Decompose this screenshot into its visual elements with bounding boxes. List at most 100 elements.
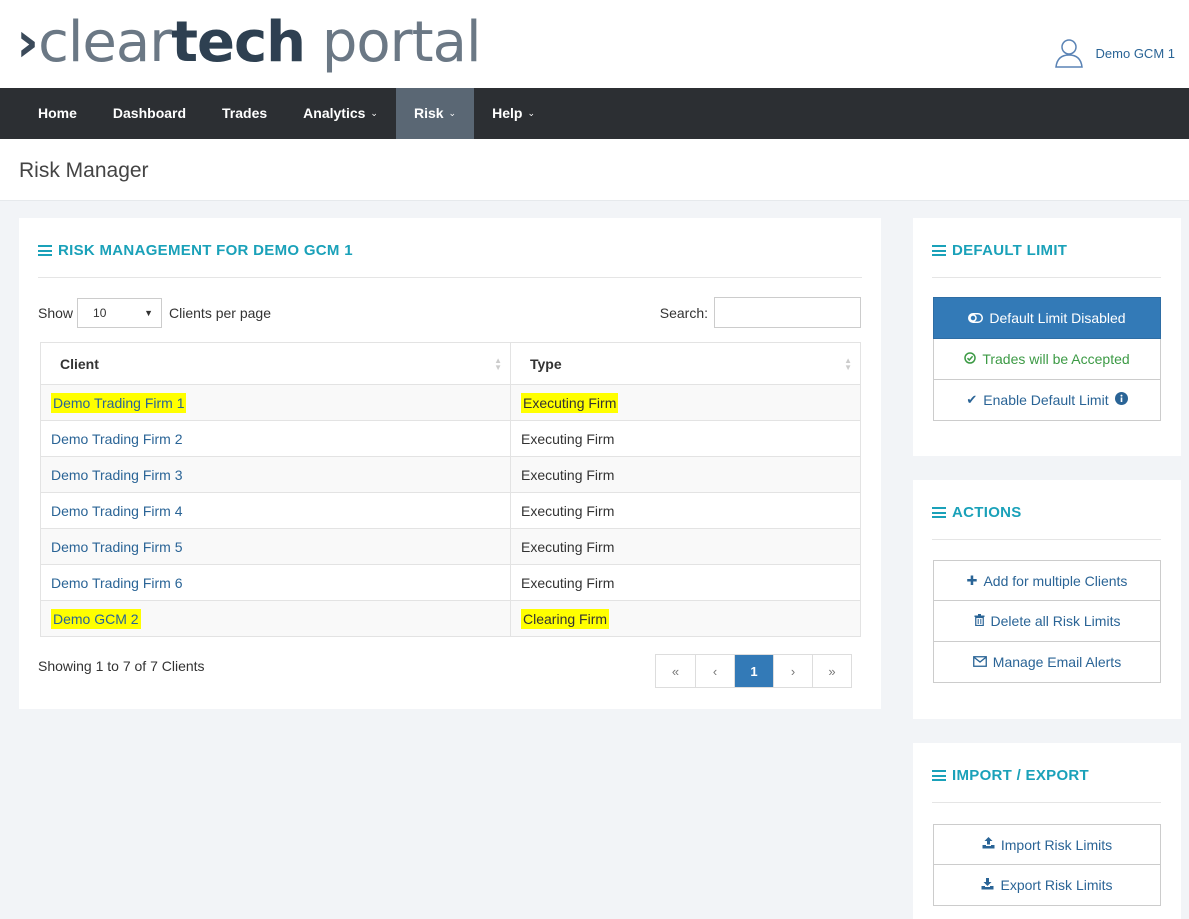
chevron-down-icon: ⌄	[370, 108, 378, 118]
import-risk-limits-button[interactable]: Import Risk Limits	[933, 824, 1161, 865]
import-export-panel: IMPORT / EXPORT Import Risk Limits Expor…	[913, 743, 1181, 919]
nav-analytics-label: Analytics	[303, 105, 366, 121]
client-type: Executing Firm	[521, 466, 615, 483]
nav-risk[interactable]: Risk ⌄	[395, 88, 475, 139]
nav-home-label: Home	[38, 105, 77, 121]
type-cell: Executing Firm	[510, 528, 861, 565]
search-input[interactable]	[714, 297, 861, 328]
manage-email-alerts-button[interactable]: Manage Email Alerts	[933, 642, 1161, 683]
nav-help[interactable]: Help ⌄	[474, 88, 553, 139]
risk-management-heading: RISK MANAGEMENT FOR DEMO GCM 1	[38, 242, 353, 259]
risk-management-heading-text: RISK MANAGEMENT FOR DEMO GCM 1	[58, 242, 353, 259]
nav-home[interactable]: Home	[20, 88, 95, 139]
nav-trades[interactable]: Trades	[204, 88, 285, 139]
type-cell: Executing Firm	[510, 492, 861, 529]
bars-icon	[38, 245, 52, 256]
column-header-type[interactable]: Type ▲ ▼	[510, 342, 861, 385]
table-row: Demo Trading Firm 5 Executing Firm	[40, 528, 861, 565]
nav-dashboard[interactable]: Dashboard	[95, 88, 204, 139]
export-risk-limits-button[interactable]: Export Risk Limits	[933, 865, 1161, 906]
client-type: Executing Firm	[521, 430, 615, 447]
type-cell: Executing Firm	[510, 456, 861, 493]
actions-buttons: ✚ Add for multiple Clients Delete all Ri…	[933, 560, 1161, 683]
client-link[interactable]: Demo Trading Firm 6	[51, 575, 182, 591]
delete-all-risk-limits-button[interactable]: Delete all Risk Limits	[933, 601, 1161, 642]
show-label: Show	[38, 305, 74, 321]
export-risk-limits-label: Export Risk Limits	[1000, 877, 1113, 893]
envelope-icon	[972, 655, 987, 670]
client-cell: Demo Trading Firm 4	[40, 492, 511, 529]
type-cell: Executing Firm	[510, 420, 861, 457]
search-control: Search:	[660, 297, 861, 328]
logo[interactable]: ›cleartech portal	[16, 8, 482, 78]
pagination-last-button[interactable]: »	[812, 655, 851, 687]
page-size-select[interactable]: 10 ▼	[77, 298, 163, 328]
client-type: Executing Firm	[521, 574, 615, 591]
page-title-bar: Risk Manager	[0, 139, 1189, 201]
client-type: Executing Firm	[521, 538, 615, 555]
page-size-value: 10	[93, 306, 107, 320]
client-type: Clearing Firm	[521, 608, 610, 629]
type-cell: Clearing Firm	[510, 600, 861, 637]
pagination-prev-button[interactable]: ‹	[695, 655, 734, 687]
default-limit-heading-text: DEFAULT LIMIT	[952, 242, 1068, 259]
manage-email-alerts-label: Manage Email Alerts	[992, 654, 1122, 670]
table-row: Demo Trading Firm 6 Executing Firm	[40, 564, 861, 601]
client-link[interactable]: Demo Trading Firm 2	[51, 431, 182, 447]
type-cell: Executing Firm	[510, 384, 861, 421]
actions-panel: ACTIONS ✚ Add for multiple Clients Delet…	[913, 480, 1181, 719]
client-cell: Demo Trading Firm 3	[40, 456, 511, 493]
divider	[38, 277, 862, 278]
nav-dashboard-label: Dashboard	[112, 105, 187, 121]
pagination-next-button[interactable]: ›	[773, 655, 812, 687]
add-multiple-clients-label: Add for multiple Clients	[983, 572, 1128, 589]
info-icon[interactable]	[1114, 392, 1128, 408]
table-row: Demo Trading Firm 1 Executing Firm	[40, 384, 861, 421]
type-cell: Executing Firm	[510, 564, 861, 601]
showing-info: Showing 1 to 7 of 7 Clients	[38, 658, 205, 674]
user-icon	[1054, 38, 1084, 68]
enable-default-limit-button[interactable]: ✔ Enable Default Limit	[933, 380, 1161, 421]
client-link[interactable]: Demo Trading Firm 4	[51, 503, 182, 519]
client-link[interactable]: Demo Trading Firm 5	[51, 539, 182, 555]
default-limit-status-button[interactable]: Default Limit Disabled	[933, 297, 1161, 339]
bars-icon	[932, 507, 946, 518]
main-nav: Home Dashboard Trades Analytics ⌄ Risk ⌄ H…	[0, 88, 1189, 139]
client-link[interactable]: Demo GCM 2	[51, 608, 141, 629]
bars-icon	[932, 245, 946, 256]
table-header-row: Client ▲ ▼ Type ▲ ▼	[40, 342, 861, 385]
trades-accepted-status: Trades will be Accepted	[933, 339, 1161, 380]
column-header-client[interactable]: Client ▲ ▼	[40, 342, 511, 385]
table-row: Demo Trading Firm 2 Executing Firm	[40, 420, 861, 457]
divider	[932, 802, 1161, 803]
page-size-control: Show 10 ▼ Clients per page	[38, 298, 271, 328]
client-type: Executing Firm	[521, 392, 619, 413]
table-body: Demo Trading Firm 1 Executing Firm Demo …	[40, 384, 861, 637]
enable-default-limit-label: Enable Default Limit	[983, 392, 1109, 408]
client-link[interactable]: Demo Trading Firm 1	[51, 392, 187, 413]
default-limit-heading: DEFAULT LIMIT	[932, 242, 1067, 259]
nav-help-label: Help	[492, 105, 523, 121]
user-menu[interactable]: Demo GCM 1	[1054, 38, 1175, 68]
trades-accepted-label: Trades will be Accepted	[982, 351, 1130, 367]
client-cell: Demo Trading Firm 6	[40, 564, 511, 601]
actions-heading: ACTIONS	[932, 504, 1022, 521]
pagination-page-button[interactable]: 1	[734, 655, 773, 687]
column-header-type-label: Type	[530, 355, 562, 372]
check-circle-icon	[964, 351, 977, 367]
divider	[932, 539, 1161, 540]
logo-text-clear: clear	[38, 10, 172, 75]
import-export-heading: IMPORT / EXPORT	[932, 767, 1089, 784]
search-label: Search:	[659, 304, 708, 321]
pagination: « ‹ 1 › »	[655, 654, 852, 688]
clients-table: Client ▲ ▼ Type ▲ ▼ Demo Trading Firm 1 Ex…	[40, 342, 861, 637]
pagination-first-button[interactable]: «	[656, 655, 695, 687]
client-link[interactable]: Demo Trading Firm 3	[51, 467, 182, 483]
nav-analytics[interactable]: Analytics ⌄	[285, 88, 396, 139]
top-header: ›cleartech portal Demo GCM 1	[0, 0, 1189, 88]
plus-icon: ✚	[966, 572, 978, 588]
nav-trades-label: Trades	[222, 105, 268, 121]
add-multiple-clients-button[interactable]: ✚ Add for multiple Clients	[933, 560, 1161, 601]
client-cell: Demo Trading Firm 1	[40, 384, 511, 421]
user-name[interactable]: Demo GCM 1	[1096, 46, 1175, 61]
